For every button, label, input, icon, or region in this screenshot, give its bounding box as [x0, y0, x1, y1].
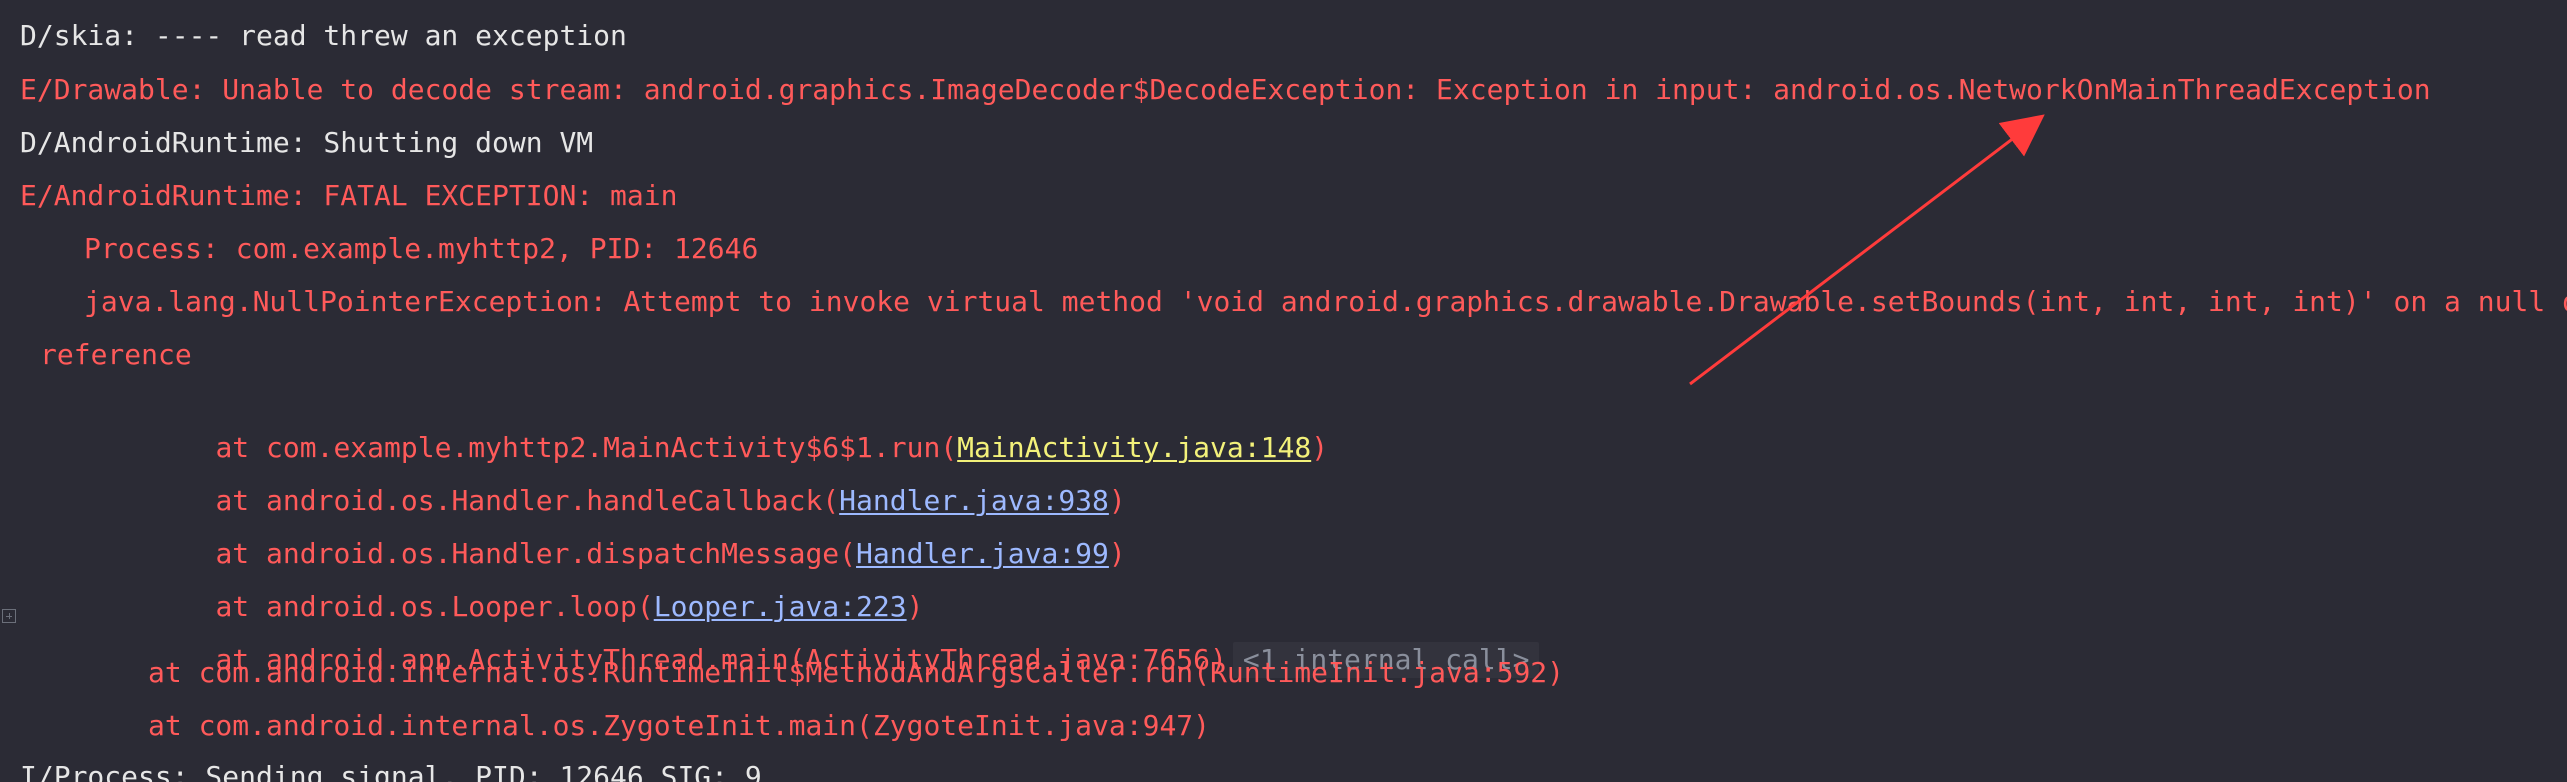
- log-line-shutting-down: D/AndroidRuntime: Shutting down VM: [20, 126, 594, 159]
- expand-icon[interactable]: [2, 609, 16, 623]
- log-line-process-signal: I/Process: Sending signal. PID: 12646 SI…: [20, 760, 762, 782]
- stack-frame: at android.os.Handler.handleCallback(Han…: [148, 441, 1125, 517]
- stack-frame: at android.os.Handler.dispatchMessage(Ha…: [148, 494, 1125, 570]
- log-line-null-pointer: java.lang.NullPointerException: Attempt …: [84, 285, 2567, 318]
- log-line-reference: reference: [40, 338, 192, 371]
- stack-frame: at com.android.internal.os.RuntimeInit$M…: [148, 656, 1565, 689]
- logcat-console: D/skia: ---- read threw an exception E/D…: [0, 0, 2567, 782]
- log-line-skia: D/skia: ---- read threw an exception: [20, 19, 627, 52]
- log-line-fatal-exception: E/AndroidRuntime: FATAL EXCEPTION: main: [20, 179, 678, 212]
- log-line-process: Process: com.example.myhttp2, PID: 12646: [84, 232, 759, 265]
- log-line-drawable-error: E/Drawable: Unable to decode stream: and…: [20, 73, 2431, 106]
- stack-frame-suffix: ): [1311, 431, 1329, 464]
- stack-frame: at android.os.Looper.loop(Looper.java:22…: [148, 547, 923, 623]
- stack-frame: at com.example.myhttp2.MainActivity$6$1.…: [148, 388, 1328, 464]
- stack-frame: at com.android.internal.os.ZygoteInit.ma…: [148, 709, 1211, 742]
- stack-frame-suffix: ): [1108, 537, 1126, 570]
- stack-frame: at android.app.ActivityThread.main(Activ…: [148, 600, 1540, 678]
